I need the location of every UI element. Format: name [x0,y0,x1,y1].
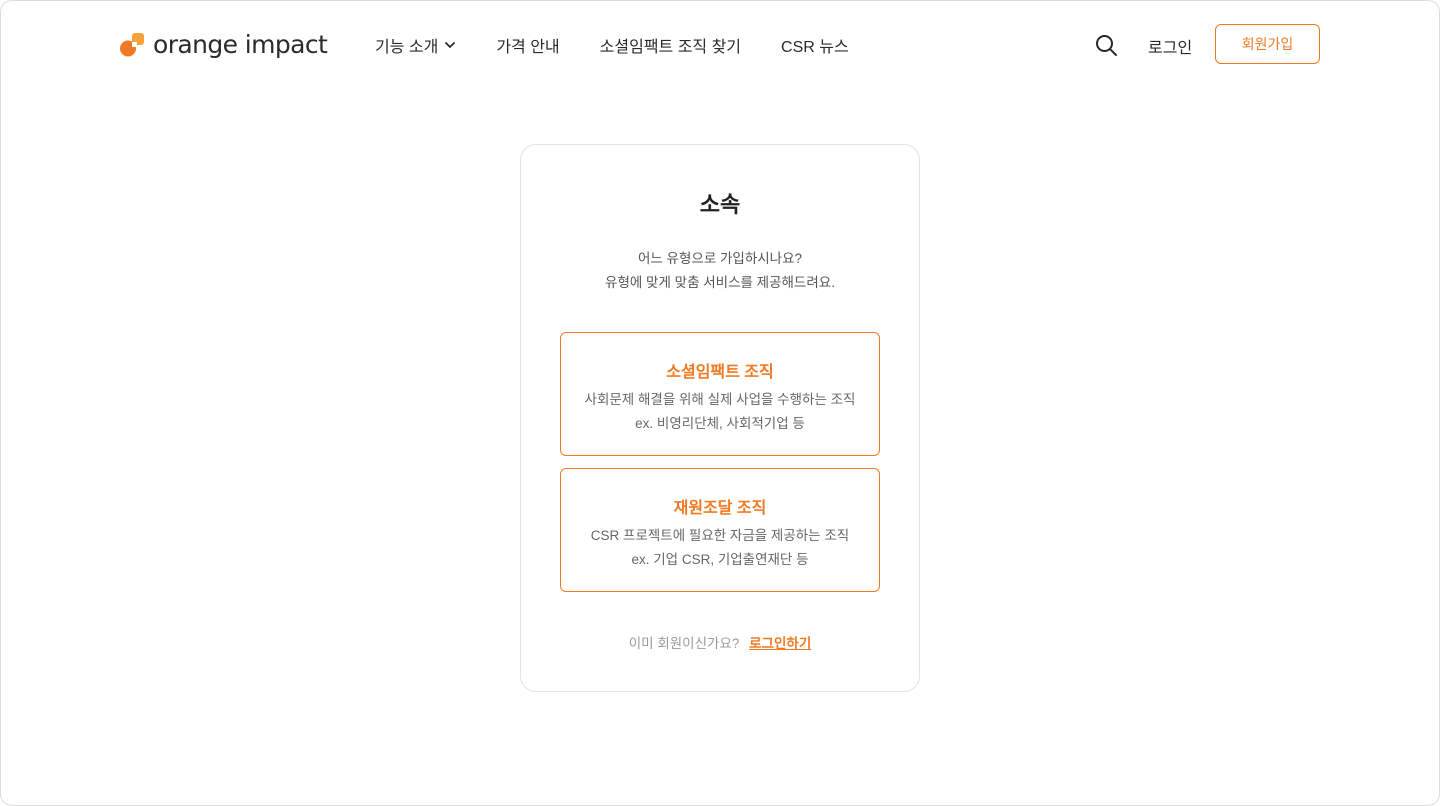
already-member-line: 이미 회원이신가요? 로그인하기 [521,632,919,652]
option-social-impact-org[interactable]: 소셜임팩트 조직 사회문제 해결을 위해 실제 사업을 수행하는 조직 ex. … [560,332,880,456]
option-description: 사회문제 해결을 위해 실제 사업을 수행하는 조직 ex. 비영리단체, 사회… [561,388,879,436]
nav-item-label: 가격 안내 [496,39,560,56]
nav-item-label: CSR 뉴스 [781,39,849,56]
nav-item-label: 기능 소개 [375,39,439,56]
option-title: 재원조달 조직 [673,500,767,517]
subtitle-line: 어느 유형으로 가입하시나요? [637,251,803,266]
option-desc-line: ex. 기업 CSR, 기업출연재단 등 [631,552,809,567]
nav-item-label: 소셜임팩트 조직 찾기 [599,39,742,56]
option-desc-line: 사회문제 해결을 위해 실제 사업을 수행하는 조직 [584,392,856,407]
main-nav: 기능 소개 가격 안내 소셜임팩트 조직 찾기 CSR 뉴스 [375,33,889,57]
nav-item-features[interactable]: 기능 소개 [375,33,456,57]
option-description: CSR 프로젝트에 필요한 자금을 제공하는 조직 ex. 기업 CSR, 기업… [561,524,879,572]
option-desc-line: CSR 프로젝트에 필요한 자금을 제공하는 조직 [590,528,850,543]
orange-impact-logo-icon [120,31,147,58]
nav-item-find-orgs[interactable]: 소셜임팩트 조직 찾기 [600,33,741,57]
search-icon[interactable] [1094,33,1118,57]
already-member-question: 이미 회원이신가요? [628,636,740,651]
nav-item-csr-news[interactable]: CSR 뉴스 [781,33,849,57]
site-header: orange impact 기능 소개 가격 안내 소셜임팩트 조직 찾기 CS… [0,0,1440,88]
chevron-down-icon [444,39,456,51]
login-link[interactable]: 로그인 [1148,34,1192,58]
login-now-link[interactable]: 로그인하기 [749,636,811,651]
card-subtitle: 어느 유형으로 가입하시나요? 유형에 맞게 맞춤 서비스를 제공해드려요. [521,247,919,295]
brand-logo[interactable]: orange impact [120,28,328,60]
subtitle-line: 유형에 맞게 맞춤 서비스를 제공해드려요. [605,275,835,290]
option-title: 소셜임팩트 조직 [666,364,774,381]
card-title: 소속 [699,192,741,217]
option-desc-line: ex. 비영리단체, 사회적기업 등 [635,416,805,431]
nav-item-pricing[interactable]: 가격 안내 [496,33,559,57]
brand-name: orange impact [153,29,328,59]
option-funding-org[interactable]: 재원조달 조직 CSR 프로젝트에 필요한 자금을 제공하는 조직 ex. 기업… [560,468,880,592]
affiliation-card: 소속 어느 유형으로 가입하시나요? 유형에 맞게 맞춤 서비스를 제공해드려요… [520,144,920,692]
signup-button[interactable]: 회원가입 [1215,24,1320,64]
